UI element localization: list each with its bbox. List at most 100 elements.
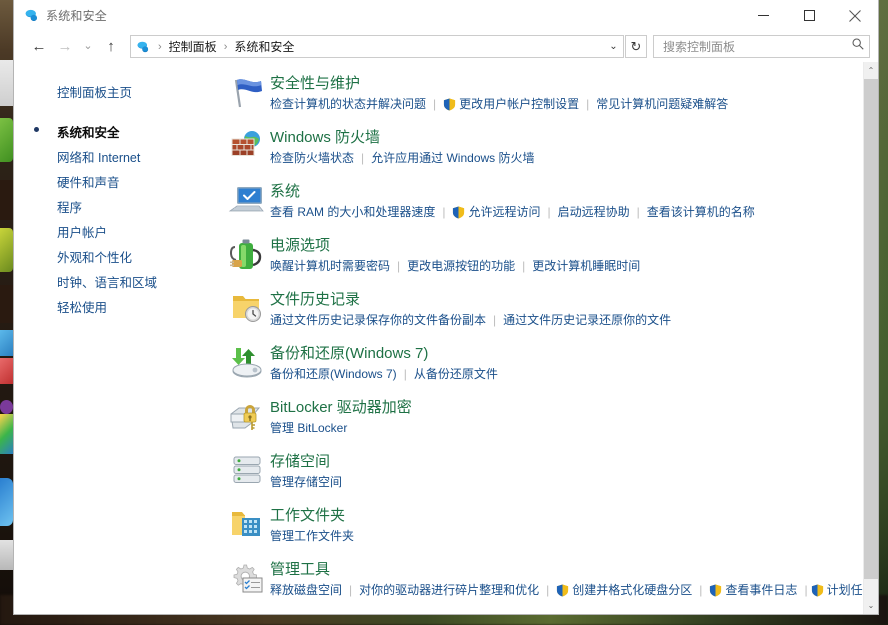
sidebar-item-programs[interactable]: 程序: [14, 194, 218, 219]
bitlocker-icon: [224, 398, 270, 438]
shield-icon: [443, 98, 456, 111]
link-change-sleep-time[interactable]: 更改计算机睡眠时间: [532, 257, 640, 276]
sidebar-item-appearance-personalization[interactable]: 外观和个性化: [14, 244, 218, 269]
refresh-button[interactable]: ↻: [625, 35, 647, 58]
link-troubleshoot[interactable]: 常见计算机问题疑难解答: [596, 95, 728, 114]
category-title[interactable]: 存储空间: [270, 453, 878, 471]
desktop-icon-sliver: [0, 414, 13, 454]
link-separator: |: [804, 581, 807, 600]
category-title[interactable]: 工作文件夹: [270, 507, 878, 525]
window-body: 控制面板主页 系统和安全 网络和 Internet 硬件和声音 程序 用户帐户 …: [14, 62, 878, 614]
link-backup-and-restore[interactable]: 备份和还原(Windows 7): [270, 365, 397, 384]
scrollbar-track[interactable]: [864, 579, 878, 597]
category-title[interactable]: 安全性与维护: [270, 75, 878, 93]
link-manage-work-folders[interactable]: 管理工作文件夹: [270, 527, 354, 546]
link-require-password-on-wakeup[interactable]: 唤醒计算机时需要密码: [270, 257, 390, 276]
search-box[interactable]: [653, 35, 870, 58]
category-body: BitLocker 驱动器加密 管理 BitLocker: [270, 398, 878, 438]
sidebar-item-network-and-internet[interactable]: 网络和 Internet: [14, 144, 218, 169]
address-bar[interactable]: › 控制面板 › 系统和安全 ⌄: [130, 35, 624, 58]
link-create-format-partitions[interactable]: 创建并格式化硬盘分区: [556, 581, 692, 600]
search-icon[interactable]: [851, 37, 865, 56]
sidebar-item-system-and-security[interactable]: 系统和安全: [14, 119, 218, 144]
vertical-scrollbar[interactable]: ⌃ ⌄: [863, 62, 878, 614]
link-separator: |: [546, 581, 549, 600]
link-separator: |: [404, 365, 407, 384]
link-check-status[interactable]: 检查计算机的状态并解决问题: [270, 95, 426, 114]
desktop-icon-sliver: [0, 330, 13, 356]
category-links: 通过文件历史记录保存你的文件备份副本 | 通过文件历史记录还原你的文件: [270, 311, 878, 330]
recent-locations-button[interactable]: ⌄: [78, 35, 98, 59]
category-body: 工作文件夹 管理工作文件夹: [270, 506, 878, 546]
sidebar-item-hardware-and-sound[interactable]: 硬件和声音: [14, 169, 218, 194]
sidebar-item-clock-language-region[interactable]: 时钟、语言和区域: [14, 269, 218, 294]
search-input[interactable]: [661, 39, 851, 55]
link-change-power-button-function[interactable]: 更改电源按钮的功能: [407, 257, 515, 276]
link-manage-bitlocker[interactable]: 管理 BitLocker: [270, 419, 347, 438]
link-label: 创建并格式化硬盘分区: [572, 581, 692, 600]
minimize-button[interactable]: [740, 0, 786, 31]
desktop-icon-sliver: [0, 180, 13, 220]
scroll-down-button[interactable]: ⌄: [864, 597, 878, 614]
desktop-icon-sliver: [0, 228, 13, 272]
link-check-firewall-status[interactable]: 检查防火墙状态: [270, 149, 354, 168]
storage-spaces-icon: [224, 452, 270, 492]
link-label: 允许远程访问: [468, 203, 540, 222]
window-controls: [740, 0, 878, 31]
category-list: 安全性与维护 检查计算机的状态并解决问题 |: [218, 62, 878, 614]
breadcrumb-control-panel[interactable]: 控制面板: [166, 38, 220, 55]
category-links: 管理工作文件夹: [270, 527, 878, 546]
link-manage-storage-spaces[interactable]: 管理存储空间: [270, 473, 342, 492]
desktop-icon-sliver: [0, 60, 13, 106]
category-administrative-tools: 管理工具 释放磁盘空间 | 对你的驱动器进行碎片整理和优化 |: [218, 560, 878, 600]
link-defragment-drives[interactable]: 对你的驱动器进行碎片整理和优化: [359, 581, 539, 600]
up-button[interactable]: ↑: [98, 35, 124, 59]
link-allow-remote-access[interactable]: 允许远程访问: [452, 203, 540, 222]
scrollbar-thumb[interactable]: [864, 79, 878, 579]
category-title[interactable]: BitLocker 驱动器加密: [270, 399, 878, 417]
sidebar-item-user-accounts[interactable]: 用户帐户: [14, 219, 218, 244]
category-title[interactable]: Windows 防火墙: [270, 129, 878, 147]
category-title[interactable]: 系统: [270, 183, 878, 201]
link-change-uac-settings[interactable]: 更改用户帐户控制设置: [443, 95, 579, 114]
link-view-computer-name[interactable]: 查看该计算机的名称: [647, 203, 755, 222]
link-view-ram-and-processor[interactable]: 查看 RAM 的大小和处理器速度: [270, 203, 435, 222]
category-title[interactable]: 文件历史记录: [270, 291, 878, 309]
breadcrumb-separator: ›: [220, 41, 232, 53]
category-links: 释放磁盘空间 | 对你的驱动器进行碎片整理和优化 |: [270, 581, 878, 600]
control-panel-icon: [24, 8, 39, 23]
category-power-options: 电源选项 唤醒计算机时需要密码 | 更改电源按钮的功能 | 更改计算机睡眠时间: [218, 236, 878, 276]
sidebar-item-ease-of-access[interactable]: 轻松使用: [14, 294, 218, 319]
link-label: 更改用户帐户控制设置: [459, 95, 579, 114]
category-body: 文件历史记录 通过文件历史记录保存你的文件备份副本 | 通过文件历史记录还原你的…: [270, 290, 878, 330]
back-button[interactable]: ←: [26, 35, 52, 59]
firewall-icon: [224, 128, 270, 168]
link-free-up-disk-space[interactable]: 释放磁盘空间: [270, 581, 342, 600]
desktop-icon-sliver: [0, 285, 13, 323]
shield-icon: [556, 584, 569, 597]
chevron-down-icon[interactable]: ⌄: [604, 36, 623, 57]
category-system: 系统 查看 RAM 的大小和处理器速度 |: [218, 182, 878, 222]
link-start-remote-assistance[interactable]: 启动远程协助: [558, 203, 630, 222]
category-body: Windows 防火墙 检查防火墙状态 | 允许应用通过 Windows 防火墙: [270, 128, 878, 168]
link-restore-from-backup[interactable]: 从备份还原文件: [414, 365, 498, 384]
category-title[interactable]: 电源选项: [270, 237, 878, 255]
link-restore-files[interactable]: 通过文件历史记录还原你的文件: [503, 311, 671, 330]
link-allow-app-through-firewall[interactable]: 允许应用通过 Windows 防火墙: [371, 149, 534, 168]
forward-button[interactable]: →: [52, 35, 78, 59]
link-save-backup-copies[interactable]: 通过文件历史记录保存你的文件备份副本: [270, 311, 486, 330]
category-body: 存储空间 管理存储空间: [270, 452, 878, 492]
shield-icon: [811, 584, 824, 597]
category-title[interactable]: 管理工具: [270, 561, 878, 579]
sidebar-item-home[interactable]: 控制面板主页: [14, 80, 218, 103]
breadcrumb-separator: ›: [154, 41, 166, 53]
link-separator: |: [349, 581, 352, 600]
link-separator: |: [361, 149, 364, 168]
scroll-up-button[interactable]: ⌃: [864, 62, 878, 79]
close-button[interactable]: [832, 0, 878, 31]
breadcrumb-system-security[interactable]: 系统和安全: [231, 38, 297, 55]
link-view-event-logs[interactable]: 查看事件日志: [709, 581, 797, 600]
file-history-icon: [224, 290, 270, 330]
maximize-button[interactable]: [786, 0, 832, 31]
category-title[interactable]: 备份和还原(Windows 7): [270, 345, 878, 363]
